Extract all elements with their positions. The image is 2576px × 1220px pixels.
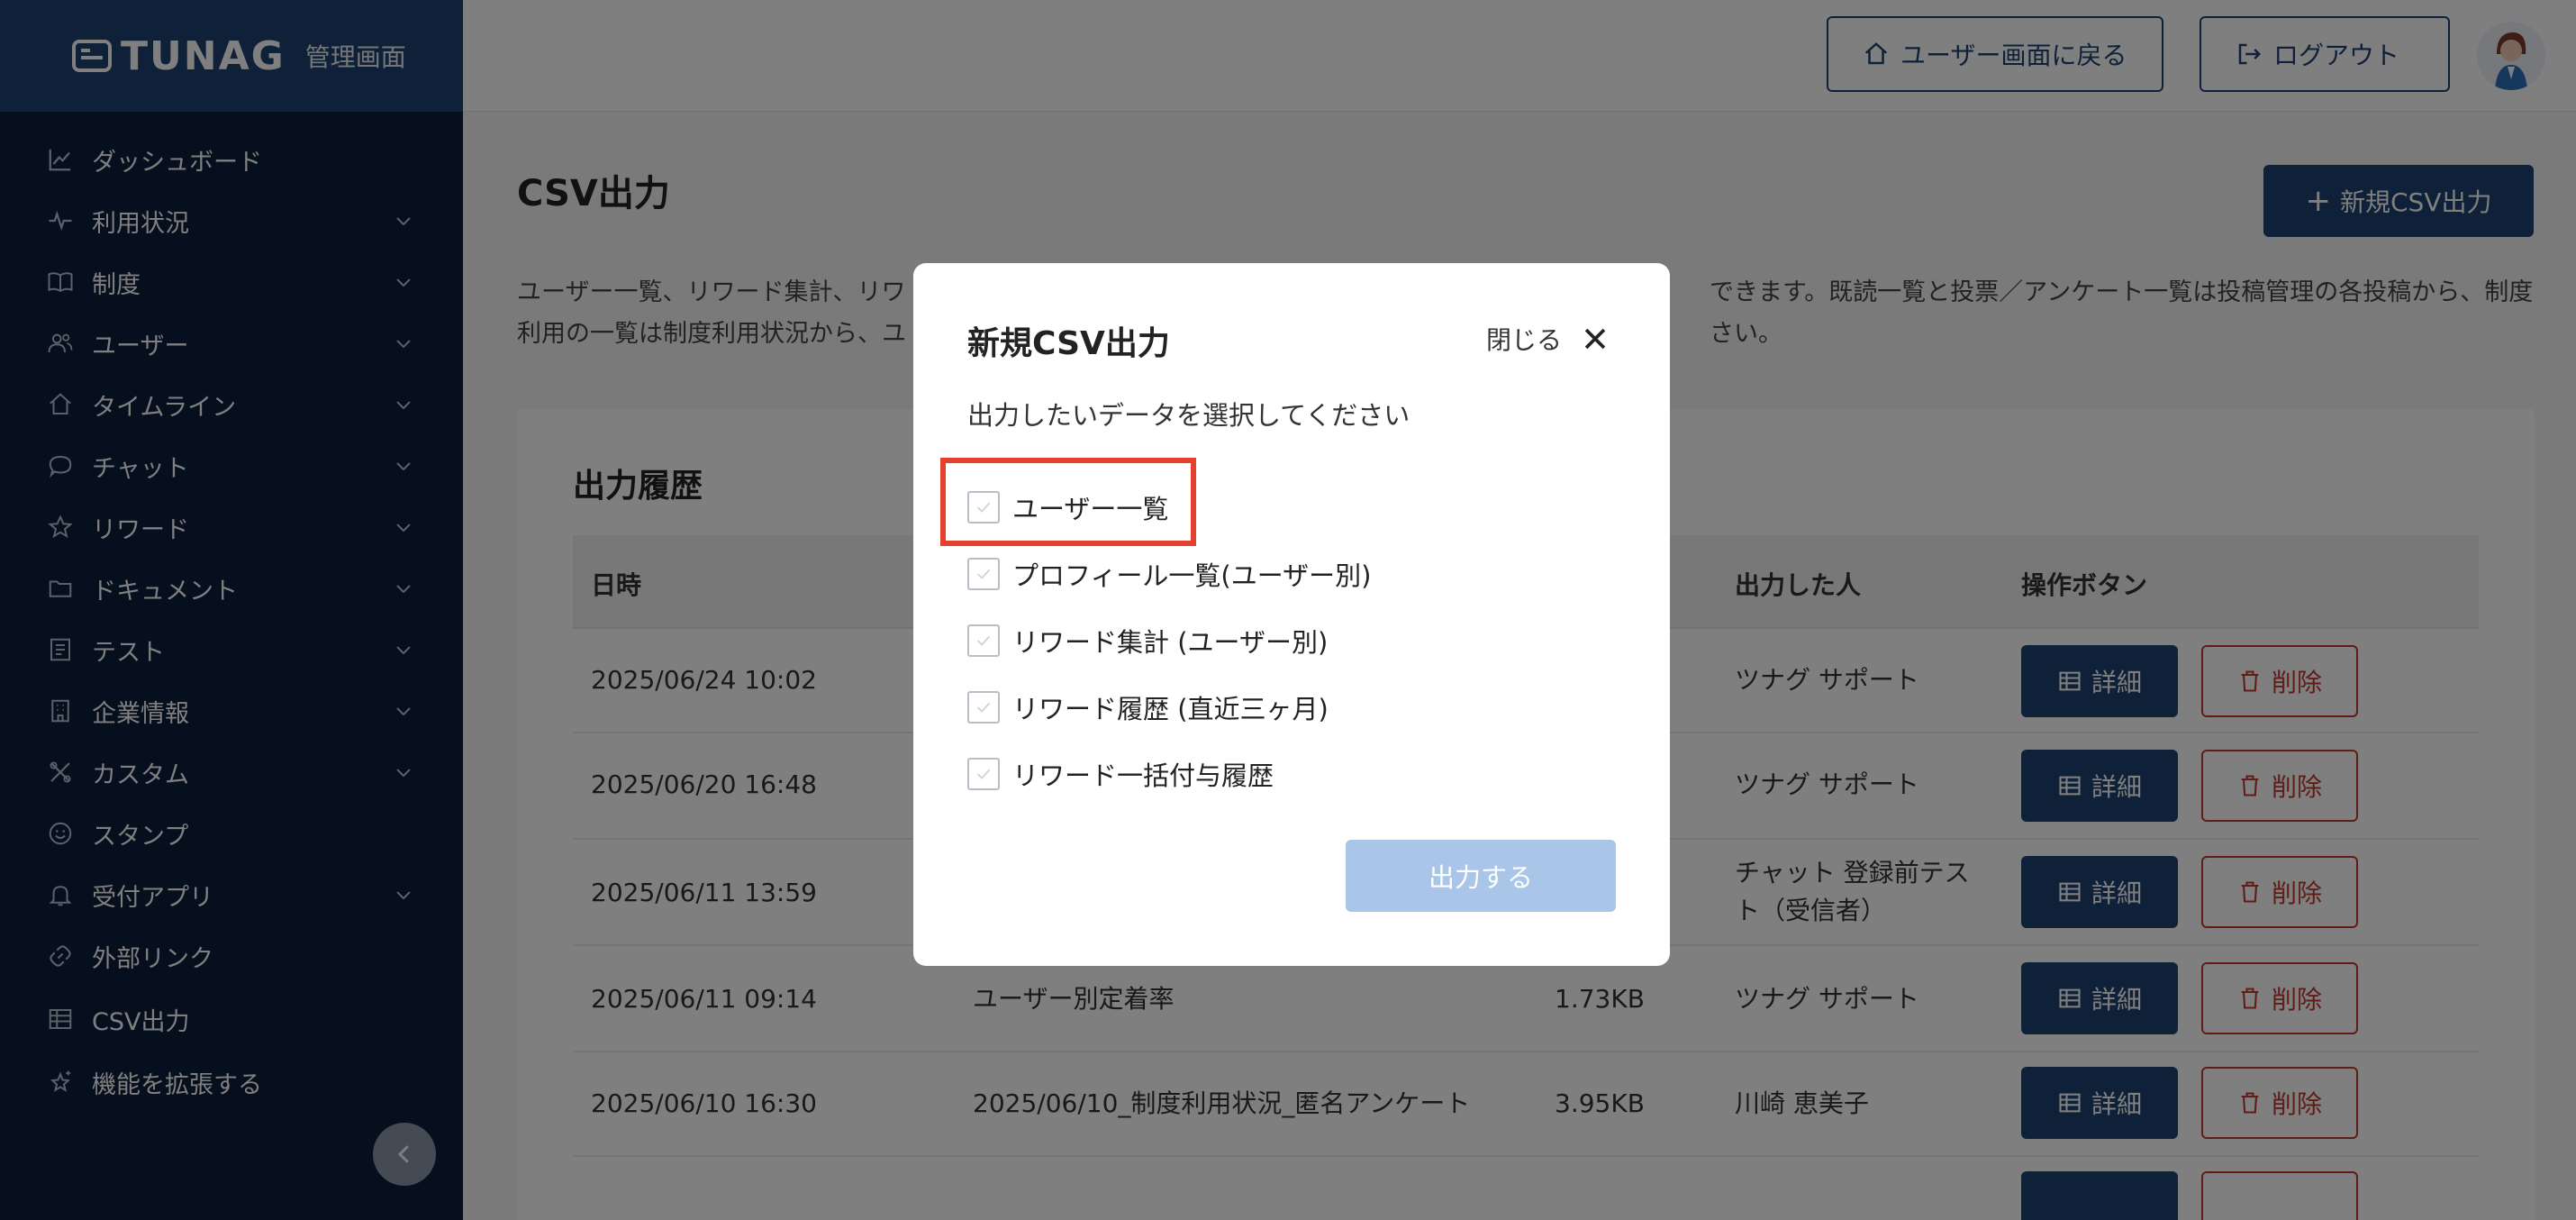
check-icon: [976, 635, 991, 646]
export-submit-button[interactable]: 出力する: [1346, 840, 1616, 912]
check-icon: [976, 502, 991, 513]
checkbox[interactable]: [967, 624, 1000, 657]
option-label: リワード集計 (ユーザー別): [1012, 627, 1329, 658]
export-submit-label: 出力する: [1428, 862, 1533, 893]
option-label: リワード履歴 (直近三ヶ月): [1012, 694, 1329, 724]
option-profile-list[interactable]: プロフィール一覧(ユーザー別): [967, 553, 1371, 595]
modal-title: 新規CSV出力: [967, 325, 1170, 362]
checkbox[interactable]: [967, 558, 1000, 590]
modal-close-label: 閉じる: [1485, 325, 1562, 355]
checkbox[interactable]: [967, 758, 1000, 790]
check-icon: [976, 702, 991, 713]
option-reward-summary[interactable]: リワード集計 (ユーザー別): [967, 620, 1328, 661]
option-label: ユーザー一覧: [1012, 494, 1169, 524]
option-reward-history[interactable]: リワード履歴 (直近三ヶ月): [967, 687, 1329, 728]
option-reward-bulk-grant-history[interactable]: リワード一括付与履歴: [967, 753, 1274, 795]
close-icon: [1584, 328, 1606, 350]
modal-close-button[interactable]: 閉じる: [1486, 321, 1610, 357]
check-icon: [976, 569, 991, 579]
check-icon: [976, 769, 991, 779]
checkbox[interactable]: [967, 491, 1000, 524]
option-label: プロフィール一覧(ユーザー別): [1012, 560, 1372, 591]
modal-prompt: 出力したいデータを選択してください: [967, 400, 1410, 431]
new-csv-export-modal: 新規CSV出力 閉じる 出力したいデータを選択してください ユーザー一覧 プロフ…: [913, 263, 1670, 966]
option-user-list[interactable]: ユーザー一覧: [967, 487, 1168, 528]
option-label: リワード一括付与履歴: [1012, 760, 1274, 791]
checkbox[interactable]: [967, 691, 1000, 724]
